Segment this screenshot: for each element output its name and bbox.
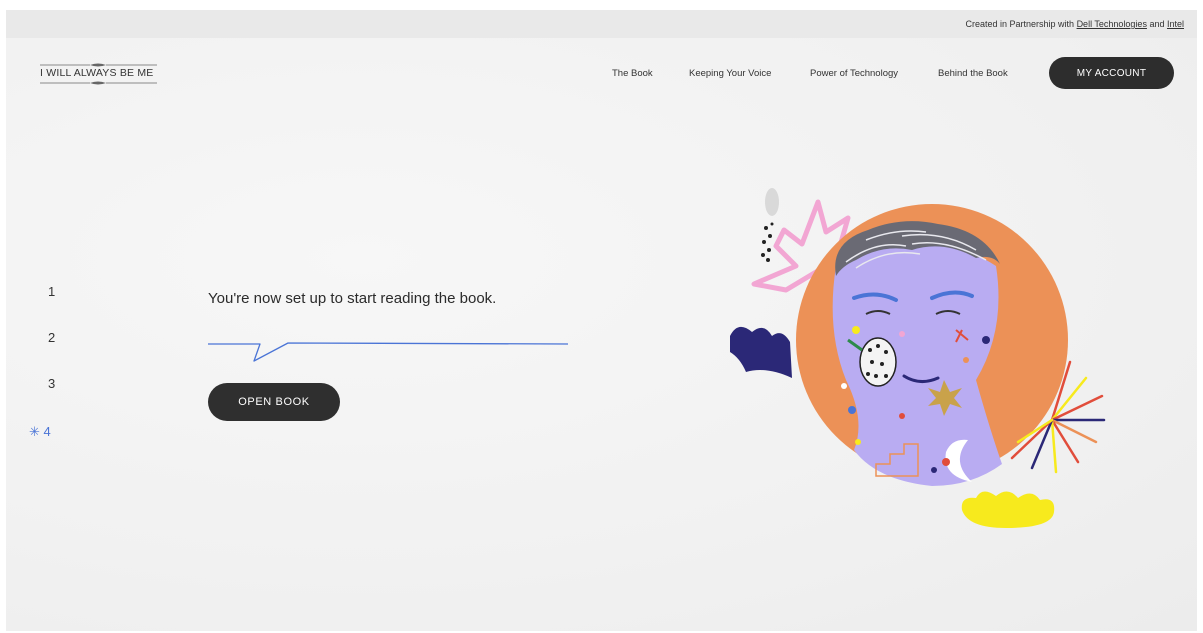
step-4-active[interactable]: ✳ 4 <box>29 424 51 440</box>
my-account-button[interactable]: MY ACCOUNT <box>1049 57 1174 89</box>
partner-text: Created in Partnership with <box>965 19 1077 29</box>
partner-and-text: and <box>1146 19 1167 29</box>
intel-link[interactable]: Intel <box>1167 19 1184 29</box>
site-logo[interactable]: I WILL ALWAYS BE ME <box>40 62 157 86</box>
nav-the-book[interactable]: The Book <box>612 68 653 79</box>
portrait-illustration <box>730 188 1106 528</box>
active-step-asterisk-icon: ✳ <box>29 424 40 439</box>
step-1[interactable]: 1 <box>48 284 55 299</box>
step-2[interactable]: 2 <box>48 330 55 345</box>
dell-technologies-link[interactable]: Dell Technologies <box>1077 19 1147 29</box>
open-book-button[interactable]: OPEN BOOK <box>208 383 340 421</box>
page: Created in Partnership with Dell Technol… <box>6 10 1197 631</box>
nav-keeping-your-voice[interactable]: Keeping Your Voice <box>689 68 771 79</box>
logo-text: I WILL ALWAYS BE ME <box>40 67 154 79</box>
nav-power-of-technology[interactable]: Power of Technology <box>810 68 898 79</box>
nav-behind-the-book[interactable]: Behind the Book <box>938 68 1008 79</box>
step-4-label: 4 <box>43 424 51 439</box>
partner-bar: Created in Partnership with Dell Technol… <box>6 10 1197 38</box>
speech-bubble-line-icon <box>208 342 569 362</box>
setup-complete-message: You're now set up to start reading the b… <box>208 290 497 307</box>
step-3[interactable]: 3 <box>48 376 55 391</box>
